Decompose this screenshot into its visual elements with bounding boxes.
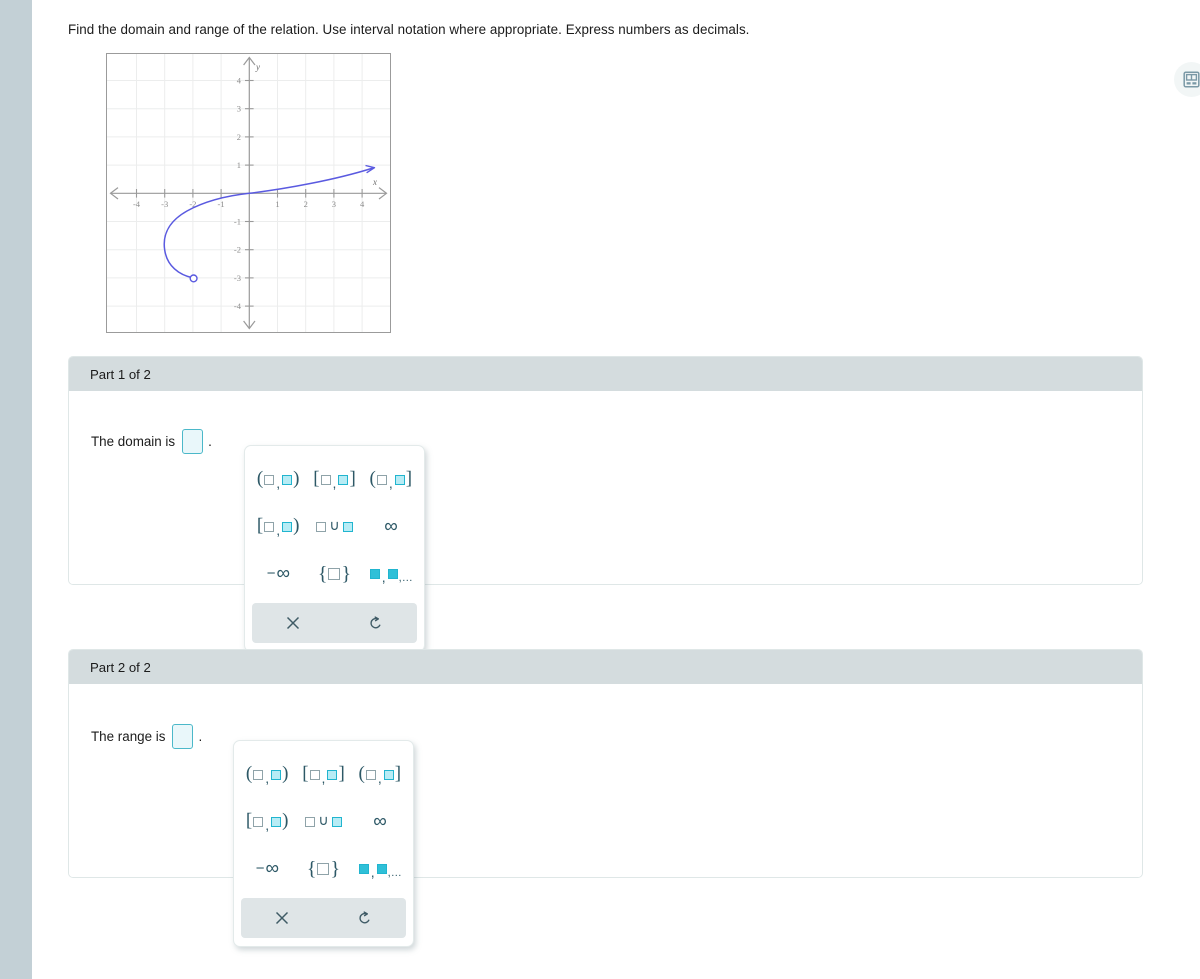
domain-interval-palette: (,) [,] (,] [,) ∪ ∞ − ∞ {} , ,... xyxy=(244,445,425,652)
palette-key-half-open-right[interactable]: [,) xyxy=(239,798,295,845)
y-axis-label: y xyxy=(255,62,260,72)
range-answer-period: . xyxy=(198,729,203,744)
palette-key-half-open-left[interactable]: (,] xyxy=(352,751,408,798)
y-tick-label: 1 xyxy=(237,160,241,170)
close-icon xyxy=(287,616,300,630)
calculator-glyph xyxy=(1183,71,1200,88)
palette-key-list[interactable]: ,,... xyxy=(363,550,419,597)
palette-key-open-interval[interactable]: (,) xyxy=(239,751,295,798)
question-prompt: Find the domain and range of the relatio… xyxy=(68,22,750,37)
y-tick-label: -4 xyxy=(234,301,242,311)
left-rail xyxy=(0,0,32,979)
palette-key-set-braces[interactable]: {} xyxy=(295,845,351,892)
part-2-body: The range is . (,) [,] (,] [,) ∪ ∞ − ∞… xyxy=(69,684,1142,947)
range-answer-label: The range is xyxy=(91,729,166,744)
y-tick-label: 3 xyxy=(237,104,241,114)
palette-clear-button[interactable] xyxy=(241,898,324,938)
part-2-header: Part 2 of 2 xyxy=(69,650,1142,684)
palette-clear-button[interactable] xyxy=(252,603,335,643)
palette-key-union[interactable]: ∪ xyxy=(306,503,362,550)
x-tick-label: 4 xyxy=(360,199,365,209)
palette-key-set-braces[interactable]: {} xyxy=(306,550,362,597)
domain-input[interactable] xyxy=(182,429,204,454)
relation-curve xyxy=(163,164,376,283)
graph-svg: -4 -3 -2 -1 1 2 3 4 4 3 2 1 -1 -2 -3 -4 … xyxy=(107,54,390,332)
part-1-header: Part 1 of 2 xyxy=(69,357,1142,391)
palette-footer xyxy=(252,603,417,643)
range-interval-palette: (,) [,] (,] [,) ∪ ∞ − ∞ {} , ,... xyxy=(233,740,414,947)
x-tick-label: -4 xyxy=(133,199,141,209)
y-tick-label: 2 xyxy=(237,132,241,142)
content-area: Find the domain and range of the relatio… xyxy=(32,0,1200,979)
undo-icon xyxy=(359,910,370,923)
palette-footer xyxy=(241,898,406,938)
x-tick-label: -1 xyxy=(218,199,225,209)
y-tick-label: -1 xyxy=(234,217,241,227)
page-root: Find the domain and range of the relatio… xyxy=(0,0,1200,979)
palette-key-grid: (,) [,] (,] [,) ∪ ∞ − ∞ {} , ,... xyxy=(245,452,424,599)
close-icon xyxy=(276,911,289,925)
range-input[interactable] xyxy=(172,724,194,749)
x-tick-label: 3 xyxy=(332,199,336,209)
palette-undo-button[interactable] xyxy=(335,603,418,643)
palette-key-closed-interval[interactable]: [,] xyxy=(306,456,362,503)
calculator-icon[interactable] xyxy=(1174,62,1200,97)
part-1-body: The domain is . (,) [,] (,] [,) ∪ ∞ − … xyxy=(69,391,1142,652)
y-tick-label: -3 xyxy=(234,273,241,283)
x-axis-label: x xyxy=(372,177,377,187)
domain-answer-line: The domain is . xyxy=(91,429,212,454)
palette-key-closed-interval[interactable]: [,] xyxy=(295,751,351,798)
relation-graph: -4 -3 -2 -1 1 2 3 4 4 3 2 1 -1 -2 -3 -4 … xyxy=(106,53,391,333)
palette-key-negative-infinity[interactable]: − ∞ xyxy=(250,550,306,597)
domain-answer-period: . xyxy=(208,434,212,449)
palette-key-list[interactable]: ,,... xyxy=(352,845,408,892)
palette-key-half-open-left[interactable]: (,] xyxy=(363,456,419,503)
x-tick-label: -3 xyxy=(161,199,168,209)
x-tick-label: 1 xyxy=(275,199,279,209)
part-2-section: Part 2 of 2 The range is . (,) [,] (,]… xyxy=(68,649,1143,947)
palette-key-union[interactable]: ∪ xyxy=(295,798,351,845)
y-tick-label: -2 xyxy=(234,245,241,255)
part-1-section: Part 1 of 2 The domain is . (,) [,] (, … xyxy=(68,356,1143,652)
palette-key-infinity[interactable]: ∞ xyxy=(363,503,419,550)
open-endpoint xyxy=(189,274,198,283)
range-answer-line: The range is . xyxy=(91,724,202,749)
undo-icon xyxy=(370,615,381,628)
palette-key-infinity[interactable]: ∞ xyxy=(352,798,408,845)
palette-key-negative-infinity[interactable]: − ∞ xyxy=(239,845,295,892)
palette-key-half-open-right[interactable]: [,) xyxy=(250,503,306,550)
x-tick-label: 2 xyxy=(304,199,308,209)
palette-key-open-interval[interactable]: (,) xyxy=(250,456,306,503)
palette-key-grid: (,) [,] (,] [,) ∪ ∞ − ∞ {} , ,... xyxy=(234,747,413,894)
domain-answer-label: The domain is xyxy=(91,434,176,449)
palette-undo-button[interactable] xyxy=(324,898,407,938)
